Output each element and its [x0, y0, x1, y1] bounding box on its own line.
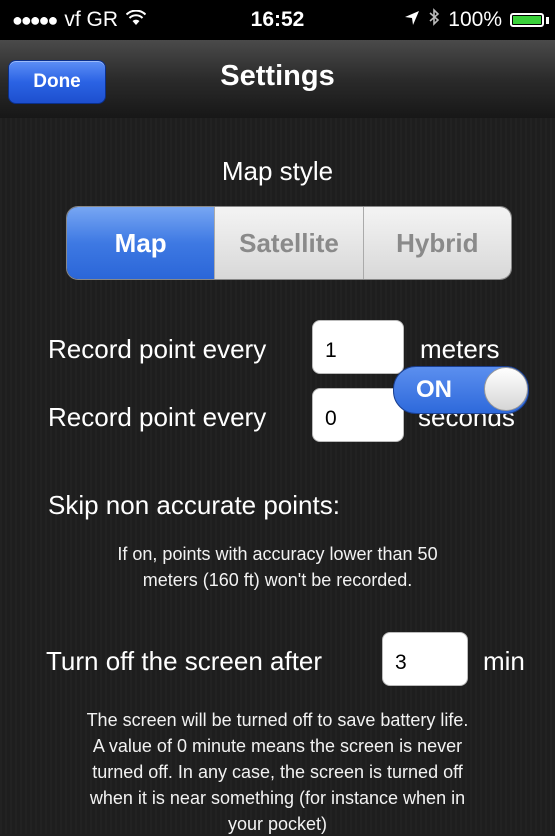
skip-inaccurate-toggle[interactable]: ON [393, 366, 529, 414]
battery-tip [546, 16, 549, 24]
bluetooth-icon [428, 8, 440, 32]
screen-off-note-line-3: turned off. In any case, the screen is t… [92, 762, 463, 782]
screen-off-input[interactable]: 3 [382, 632, 468, 686]
navigation-bar: Done Settings [0, 40, 555, 119]
segment-hybrid[interactable]: Hybrid [362, 207, 511, 279]
location-arrow-icon [404, 8, 420, 32]
map-style-label: Map style [221, 156, 334, 186]
status-bar: ●●●●● vf GR 16:52 100% [0, 0, 555, 40]
battery-percent: 100% [448, 8, 502, 31]
record-time-label: Record point every [48, 402, 267, 432]
segment-map[interactable]: Map [67, 207, 215, 279]
settings-content: Map style Map Satellite Hybrid Record po… [0, 118, 555, 834]
status-right: 100% [404, 8, 549, 32]
segment-satellite[interactable]: Satellite [214, 207, 363, 279]
skip-inaccurate-note-line-1: If on, points with accuracy lower than 5… [117, 544, 438, 564]
record-distance-label: Record point every [48, 334, 267, 364]
screen-off-note-line-2: A value of 0 minute means the screen is … [92, 736, 463, 756]
screen-off-label: Turn off the screen after [46, 646, 323, 676]
page-title: Settings [220, 60, 335, 92]
toggle-on-text: ON [416, 376, 452, 403]
screen-off-note-line-4: when it is near something (for instance … [89, 788, 466, 808]
screen-off-unit: min [483, 646, 525, 676]
screen-off-row: Turn off the screen after 3 min [0, 632, 555, 692]
toggle-knob [484, 367, 528, 411]
skip-inaccurate-label: Skip non accurate points: [48, 490, 340, 520]
skip-inaccurate-note-line-2: meters (160 ft) won't be recorded. [142, 570, 413, 590]
screen-off-note-line-1: The screen will be turned off to save ba… [86, 710, 469, 730]
screen-off-note-line-5: your pocket) [227, 814, 328, 834]
record-distance-input[interactable]: 1 [312, 320, 404, 374]
map-style-segmented-control: Map Satellite Hybrid [66, 206, 512, 280]
record-time-input[interactable]: 0 [312, 388, 404, 442]
record-distance-unit: meters [420, 334, 500, 364]
battery-icon [510, 13, 544, 27]
